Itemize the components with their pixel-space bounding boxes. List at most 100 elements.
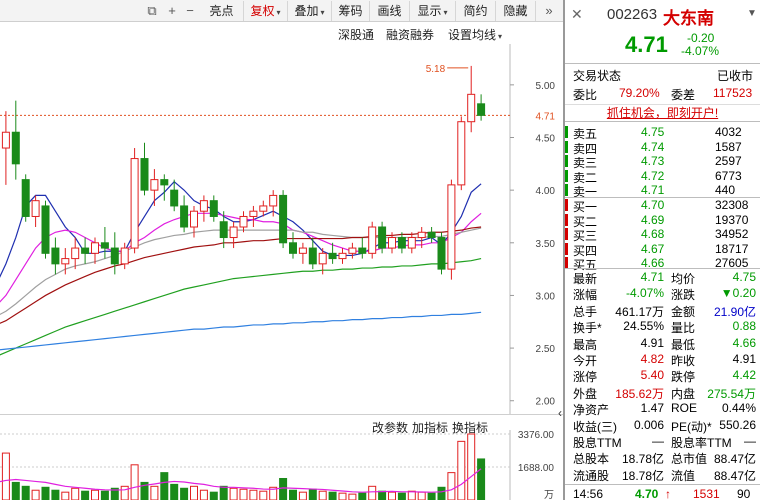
volume-bar bbox=[71, 487, 80, 500]
price-change-pct: -4.07% bbox=[681, 44, 720, 58]
volume-bar bbox=[358, 492, 367, 500]
volume-bar bbox=[160, 472, 169, 500]
volume-bar bbox=[348, 493, 357, 500]
bids-row[interactable]: 买二 4.69 19370 bbox=[565, 213, 760, 229]
volume-tick-label: 1688.00 bbox=[518, 463, 555, 474]
candle-body bbox=[120, 247, 129, 265]
candle-body bbox=[180, 205, 189, 228]
toolbar-button-3[interactable]: 筹码 bbox=[332, 1, 370, 21]
chevron-down-icon[interactable]: ▼ bbox=[747, 8, 757, 19]
candle-body bbox=[249, 210, 258, 217]
price-tick-label: 2.00 bbox=[536, 397, 556, 408]
stat-value: 4.75 bbox=[732, 270, 756, 284]
candle-body bbox=[397, 237, 406, 249]
copy-icon[interactable]: ⧉ bbox=[143, 2, 161, 20]
volume-bar bbox=[239, 488, 248, 500]
chevron-down-icon: ▾ bbox=[498, 32, 503, 41]
candle-body bbox=[388, 237, 396, 249]
quote-header: ✕ 002263 大东南 ▼ 4.71 -0.20 -4.07% bbox=[565, 0, 760, 64]
volume-bar bbox=[51, 489, 60, 500]
zoom-out-icon[interactable]: − bbox=[181, 2, 199, 20]
toolbar-button-label: 画线 bbox=[377, 4, 402, 18]
candle-body bbox=[21, 179, 30, 217]
stat-value: 4.66 bbox=[732, 335, 756, 350]
level-marker bbox=[565, 184, 568, 197]
asks-vol: 1587 bbox=[715, 139, 742, 154]
ma5-line bbox=[0, 180, 482, 278]
toolbar-button-0[interactable]: 亮点 bbox=[200, 1, 244, 21]
stat-label: 流值 bbox=[671, 468, 696, 483]
candle-body bbox=[91, 242, 99, 254]
stat-label: 流通股 bbox=[573, 468, 610, 483]
volume-bar bbox=[338, 492, 347, 500]
candle-body bbox=[41, 205, 50, 254]
candle-body bbox=[338, 252, 347, 260]
price-chart[interactable]: 5.00 4.50 4.00 3.50 3.00 2.50 2.00 4.71 5.18 bbox=[0, 44, 563, 414]
stat-label: ROE bbox=[671, 401, 698, 416]
stat-value: 24.55% bbox=[623, 319, 664, 334]
candle-body bbox=[477, 103, 486, 116]
stat-row: 换手* 24.55% 量比 0.88 bbox=[565, 318, 760, 335]
volume-bar bbox=[447, 472, 456, 500]
level-marker bbox=[565, 213, 568, 226]
bids-vol: 34952 bbox=[715, 227, 749, 242]
margin-trading-link[interactable]: 融资融券 bbox=[386, 26, 434, 43]
price-tick-label: 4.00 bbox=[536, 186, 556, 197]
ma-settings-link[interactable]: 设置均线 ▾ bbox=[448, 26, 502, 43]
candle-body bbox=[150, 179, 159, 191]
candle-body bbox=[308, 247, 317, 265]
candle-body bbox=[190, 210, 198, 228]
toolbar-button-1[interactable]: 复权 ▾ bbox=[244, 1, 288, 21]
toolbar-button-7[interactable]: 隐藏 bbox=[496, 1, 536, 21]
candle-body bbox=[130, 158, 139, 249]
volume-bar bbox=[388, 491, 396, 500]
volume-bar bbox=[170, 483, 179, 500]
candle-body bbox=[378, 226, 387, 249]
candle-body bbox=[61, 258, 70, 265]
order-ratio-row: 委比 79.20% 委差 117523 bbox=[565, 85, 760, 102]
stat-value: 88.47亿 bbox=[713, 468, 756, 483]
volume-bar bbox=[180, 487, 189, 500]
bids-row[interactable]: 买三 4.68 34952 bbox=[565, 227, 760, 243]
toolbar-button-label: 隐藏 bbox=[503, 4, 528, 18]
trade-status-label: 交易状态 bbox=[573, 69, 622, 83]
high-price-label: 5.18 bbox=[426, 64, 446, 75]
last-trade-time: 14:56 bbox=[573, 487, 604, 501]
toolbar-button-2[interactable]: 叠加 ▾ bbox=[288, 1, 332, 21]
level-marker bbox=[565, 228, 568, 241]
volume-tick-label: 3376.00 bbox=[518, 430, 555, 441]
last-trade-price: 4.70 bbox=[635, 487, 659, 501]
toolbar-button-5[interactable]: 显示 ▾ bbox=[410, 1, 456, 21]
volume-bar bbox=[61, 491, 70, 500]
asks-row[interactable]: 卖二 4.72 6773 bbox=[565, 169, 760, 185]
zoom-in-icon[interactable]: + bbox=[163, 2, 181, 20]
toolbar-button-6[interactable]: 简约 bbox=[456, 1, 496, 21]
volume-bar bbox=[328, 491, 337, 500]
candle-body bbox=[437, 237, 446, 270]
asks-row[interactable]: 卖五 4.75 4032 bbox=[565, 125, 760, 141]
double-arrow-icon[interactable]: » bbox=[540, 2, 558, 20]
volume-bar bbox=[219, 485, 228, 500]
asks-row[interactable]: 卖四 4.74 1587 bbox=[565, 139, 760, 156]
toolbar-button-4[interactable]: 画线 bbox=[370, 1, 410, 21]
level-marker bbox=[565, 242, 568, 255]
quote-panel: ✕ 002263 大东南 ▼ 4.71 -0.20 -4.07% 交易状态 已收… bbox=[563, 0, 760, 501]
volume-bar bbox=[11, 481, 20, 500]
close-icon[interactable]: ✕ bbox=[571, 6, 583, 23]
asks-row[interactable]: 卖三 4.73 2597 bbox=[565, 154, 760, 170]
shengutong-link[interactable]: 深股通 bbox=[338, 26, 374, 43]
bids-row[interactable]: 买一 4.70 32308 bbox=[565, 198, 760, 214]
volume-chart[interactable]: 3376.00 1688.00 万 bbox=[0, 430, 563, 500]
candle-body bbox=[229, 226, 238, 239]
candle-body bbox=[358, 247, 367, 254]
volume-bar bbox=[1, 452, 10, 500]
candle-body bbox=[51, 247, 60, 265]
candle-body bbox=[467, 93, 476, 123]
stat-value: 4.71 bbox=[640, 270, 664, 284]
panel-toggle-arrow-icon[interactable]: ‹ bbox=[558, 406, 562, 420]
candle-body bbox=[269, 194, 278, 207]
app-window: ⧉ + − » 亮点 复权 ▾ 叠加 ▾ 筹码 画线 显示 ▾ 简约 隐藏 深股通 融资融券 设置均线 ▾ 5… bbox=[0, 0, 760, 501]
bids-row[interactable]: 买四 4.67 18717 bbox=[565, 242, 760, 258]
open-account-ad-link[interactable]: 抓住机会，即刻开户! bbox=[565, 104, 760, 122]
stat-value: 550.26 bbox=[719, 417, 756, 432]
